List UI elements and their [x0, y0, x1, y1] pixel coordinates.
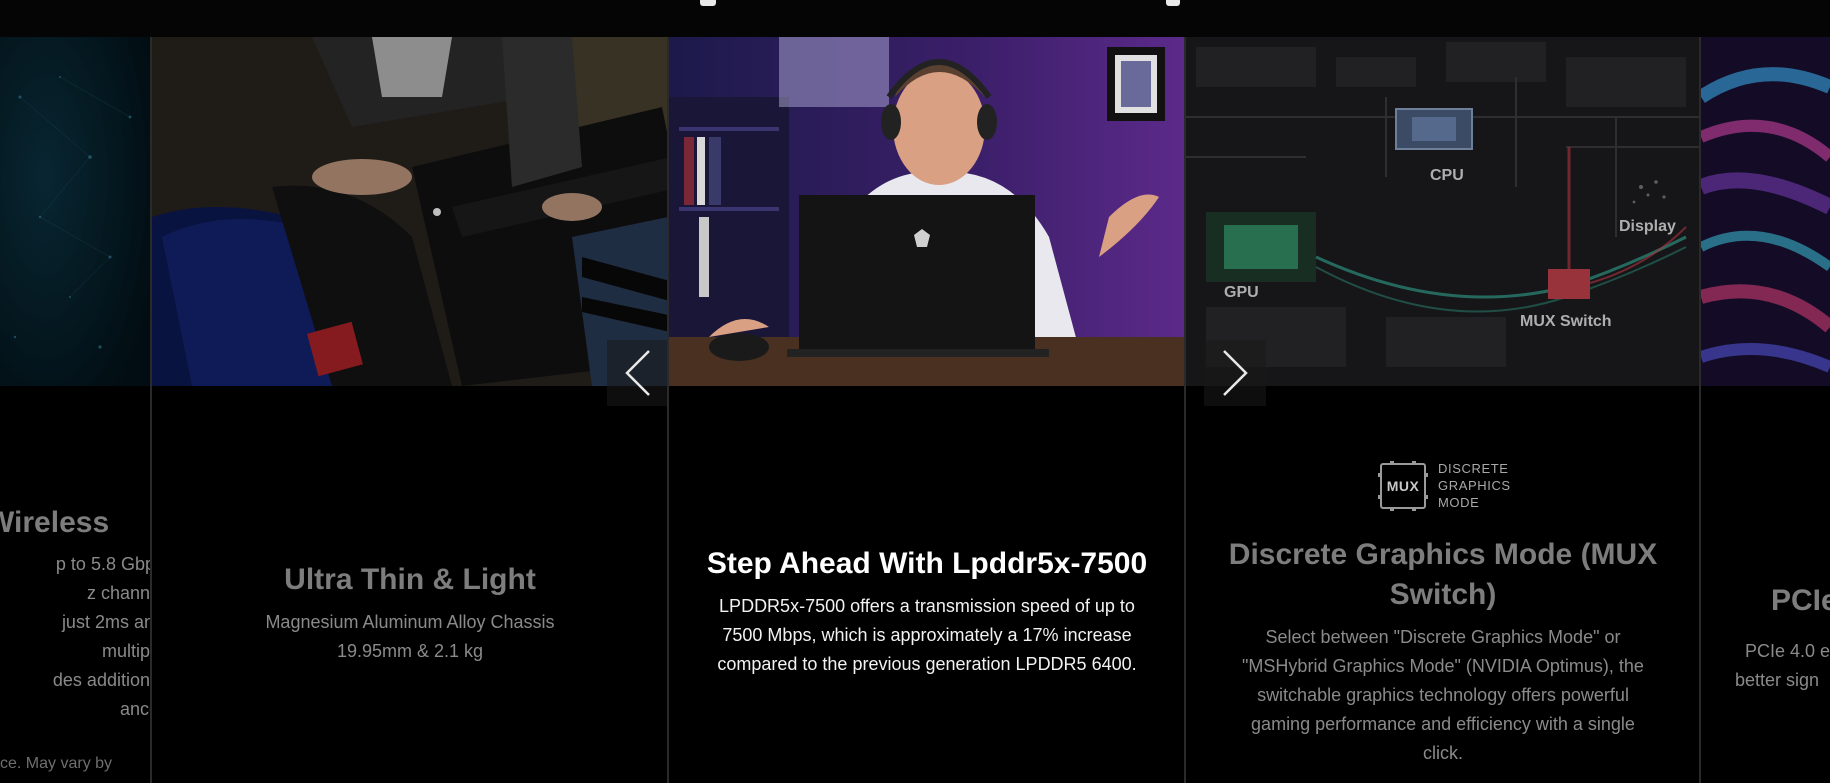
image-dim-overlay: [1701, 37, 1830, 386]
carousel-prev-button[interactable]: [607, 340, 669, 406]
slide-lpddr5x: Step Ahead With Lpddr5x-7500 LPDDR5x-750…: [669, 37, 1185, 783]
mux-icon: MUX: [1378, 460, 1428, 511]
mux-badge-label: DISCRETE GRAPHICS MODE: [1438, 461, 1511, 510]
slide-description: p to 5.8 Gbps z channel just 2ms and mul…: [52, 554, 151, 719]
slide-title: Discrete Graphics Mode (MUX Switch): [1228, 538, 1658, 611]
chevron-left-icon: [625, 350, 650, 396]
carousel-next-button[interactable]: [1204, 340, 1266, 406]
slide-description: PCIe 4.0 e better sign: [1735, 641, 1830, 690]
section-heading-clipped: [0, 0, 1830, 37]
slide-description: Select between "Discrete Graphics Mode" …: [1242, 627, 1644, 763]
slide-divider: [1699, 37, 1701, 783]
slide-divider: [667, 37, 669, 783]
image-dim-overlay: [0, 37, 151, 386]
slide-divider: [1184, 37, 1186, 783]
image-dim-overlay: [1186, 37, 1700, 386]
feature-carousel: Wireless p to 5.8 Gbps z channel just 2m…: [0, 37, 1830, 783]
image-dim-overlay: [152, 37, 668, 386]
slide-image-gamer: [669, 37, 1185, 386]
slide-description: Magnesium Aluminum Alloy Chassis 19.95mm…: [265, 612, 555, 661]
slide-title: Step Ahead With Lpddr5x-7500: [706, 547, 1148, 580]
slide-title: Ultra Thin & Light: [284, 563, 536, 596]
chevron-right-icon: [1223, 350, 1248, 396]
slide-title: PCIe: [1771, 584, 1830, 617]
slide-description: LPDDR5x-7500 offers a transmission speed…: [717, 596, 1137, 674]
mux-badge: MUX DISCRETE GRAPHICS MODE: [1378, 460, 1511, 511]
slide-title: Wireless: [0, 506, 110, 539]
slide-footnote: ce. May vary by: [0, 755, 113, 772]
slide-divider: [150, 37, 152, 783]
